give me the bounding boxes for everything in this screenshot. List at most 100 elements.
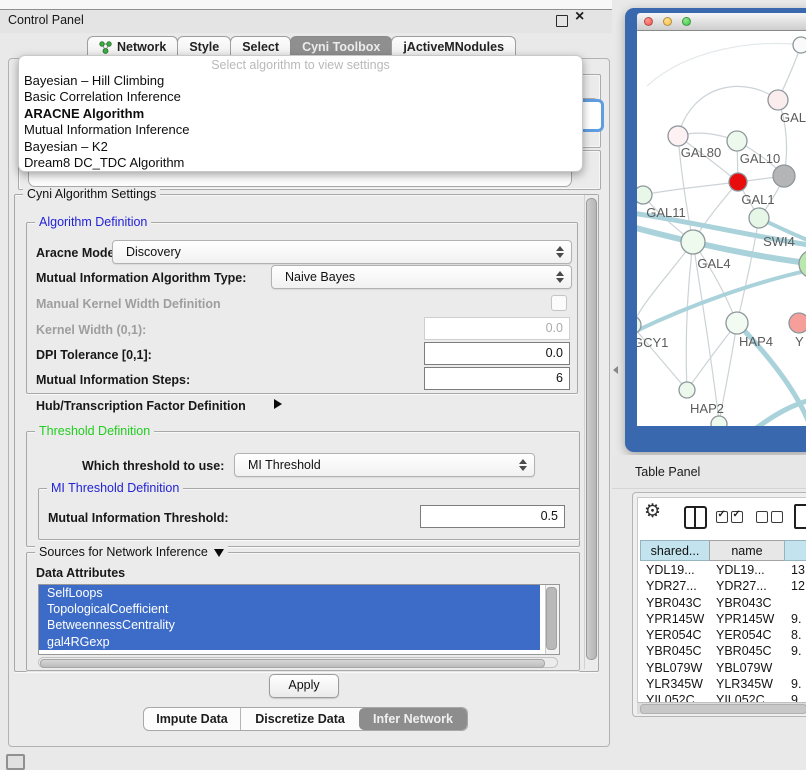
- cell[interactable]: YBR045C: [710, 643, 785, 659]
- sources-title: Sources for Network Inference: [35, 545, 228, 559]
- close-panel-icon[interactable]: ×: [575, 8, 584, 26]
- apply-button[interactable]: Apply: [269, 674, 339, 698]
- cell[interactable]: 8.: [785, 627, 806, 643]
- mi-steps-label: Mutual Information Steps:: [36, 373, 190, 387]
- cell[interactable]: 13: [785, 562, 806, 578]
- cell[interactable]: YLR345W: [640, 676, 710, 692]
- split-pane-collapse-icon[interactable]: [613, 366, 618, 374]
- column-layout-icon[interactable]: [684, 506, 707, 529]
- mi-type-combo[interactable]: Naive Bayes: [271, 265, 572, 289]
- cell[interactable]: YBL079W: [710, 660, 785, 676]
- cell[interactable]: [785, 660, 806, 676]
- cell[interactable]: 9.: [785, 611, 806, 627]
- algorithm-definition-title: Algorithm Definition: [35, 215, 151, 229]
- cell[interactable]: YER054C: [640, 627, 710, 643]
- cell[interactable]: YDL19...: [640, 562, 710, 578]
- node-swi4[interactable]: [749, 208, 769, 228]
- list-item-betweennesscentrality[interactable]: BetweennessCentrality: [39, 617, 540, 633]
- node-hap4[interactable]: [726, 312, 748, 334]
- mi-threshold-field[interactable]: 0.5: [420, 505, 565, 528]
- combo-arrows-icon: [555, 246, 563, 258]
- network-window-titlebar[interactable]: [637, 13, 806, 31]
- minimized-panel-icon[interactable]: [6, 754, 25, 770]
- dropdown-item-mutual-information[interactable]: Mutual Information Inference: [19, 122, 582, 138]
- which-threshold-combo[interactable]: MI Threshold: [234, 453, 535, 477]
- select-all-checkbox-icon[interactable]: [716, 511, 728, 523]
- list-item-selfloops[interactable]: SelfLoops: [39, 585, 540, 601]
- tab-infer-network[interactable]: Infer Network: [359, 708, 467, 730]
- select-all-checkbox-icon[interactable]: [731, 511, 743, 523]
- list-hscrollbar-thumb[interactable]: [40, 659, 545, 668]
- zoom-window-icon[interactable]: [682, 17, 691, 26]
- float-panel-icon[interactable]: [556, 15, 568, 27]
- kernel-width-field[interactable]: 0.0: [424, 317, 570, 340]
- cell[interactable]: 9.: [785, 676, 806, 692]
- list-item-gal4rgexp[interactable]: gal4RGexp: [39, 634, 540, 650]
- which-threshold-value: MI Threshold: [248, 458, 321, 472]
- node-gcy1[interactable]: [637, 316, 641, 334]
- cell[interactable]: YBR043C: [640, 595, 710, 611]
- node-red-gal1[interactable]: [729, 173, 747, 191]
- dropdown-item-dream8[interactable]: Dream8 DC_TDC Algorithm: [19, 155, 582, 171]
- aracne-mode-combo[interactable]: Discovery: [112, 240, 572, 264]
- cell[interactable]: YER054C: [710, 627, 785, 643]
- column-header-shared-name[interactable]: shared...: [640, 540, 710, 561]
- cell[interactable]: YLR345W: [710, 676, 785, 692]
- deselect-all-checkbox-icon[interactable]: [756, 511, 768, 523]
- window-top-strip: [0, 0, 612, 10]
- cell[interactable]: 9.: [785, 643, 806, 659]
- deselect-all-checkbox-icon[interactable]: [771, 511, 783, 523]
- cell[interactable]: [785, 595, 806, 611]
- cell[interactable]: YBR045C: [640, 643, 710, 659]
- tab-discretize-data[interactable]: Discretize Data: [241, 708, 359, 730]
- cell[interactable]: 12: [785, 578, 806, 594]
- cell[interactable]: YIL052C: [710, 692, 785, 702]
- list-scrollbar-thumb[interactable]: [546, 587, 557, 650]
- cell[interactable]: YBL079W: [640, 660, 710, 676]
- gear-icon[interactable]: ⚙: [644, 501, 661, 523]
- column-header-partial[interactable]: A: [784, 540, 806, 561]
- cell[interactable]: 9: [785, 692, 806, 702]
- expand-right-icon[interactable]: [274, 399, 282, 409]
- node-gray[interactable]: [773, 165, 795, 187]
- node-gal11[interactable]: [637, 186, 652, 204]
- column-header-name[interactable]: name: [709, 540, 785, 561]
- cell[interactable]: YDR27...: [640, 578, 710, 594]
- dropdown-item-basic-correlation[interactable]: Basic Correlation Inference: [19, 89, 582, 105]
- node-salmon[interactable]: [789, 313, 806, 333]
- dpi-tolerance-field[interactable]: 0.0: [424, 342, 570, 365]
- node-gal-partial[interactable]: [768, 90, 788, 110]
- dropdown-item-bayesian-hill[interactable]: Bayesian – Hill Climbing: [19, 73, 582, 89]
- label-gcy1: GCY1: [637, 335, 668, 350]
- cell[interactable]: YBR043C: [710, 595, 785, 611]
- table-hscrollbar-thumb[interactable]: [640, 704, 806, 714]
- node-gal80[interactable]: [668, 126, 688, 146]
- cell[interactable]: YPR145W: [710, 611, 785, 627]
- label-gal1: GAL1: [741, 192, 774, 207]
- node-gal10[interactable]: [727, 131, 747, 151]
- settings-scrollbar-thumb[interactable]: [586, 198, 597, 660]
- label-gal80: GAL80: [681, 145, 721, 160]
- dropdown-item-aracne[interactable]: ARACNE Algorithm: [19, 106, 582, 122]
- cell[interactable]: YDR27...: [710, 578, 785, 594]
- mi-steps-field[interactable]: 6: [424, 367, 570, 390]
- list-item-topologicalcoefficient[interactable]: TopologicalCoefficient: [39, 601, 540, 617]
- dropdown-item-bayesian-k2[interactable]: Bayesian – K2: [19, 139, 582, 155]
- node-partial-bottom[interactable]: [711, 416, 727, 426]
- minimize-window-icon[interactable]: [663, 17, 672, 26]
- node-partial-top[interactable]: [793, 37, 806, 53]
- node-hap2[interactable]: [679, 382, 695, 398]
- mi-type-label: Mutual Information Algorithm Type:: [36, 271, 246, 285]
- algorithm-dropdown-popup: Select algorithm to view settings Bayesi…: [18, 55, 583, 172]
- close-window-icon[interactable]: [644, 17, 653, 26]
- cell[interactable]: YDL19...: [710, 562, 785, 578]
- network-icon: [99, 41, 112, 54]
- manual-kernel-checkbox[interactable]: [551, 295, 567, 311]
- node-gal4[interactable]: [681, 230, 705, 254]
- cell[interactable]: YPR145W: [640, 611, 710, 627]
- cell[interactable]: YIL052C: [640, 692, 710, 702]
- tab-impute-data[interactable]: Impute Data: [144, 708, 241, 730]
- network-canvas[interactable]: GAL GAL80 GAL10 GAL1 GAL11 SWI4 GAL4 GCY…: [637, 31, 806, 426]
- export-table-icon[interactable]: [794, 504, 806, 529]
- collapse-down-icon[interactable]: [214, 549, 224, 557]
